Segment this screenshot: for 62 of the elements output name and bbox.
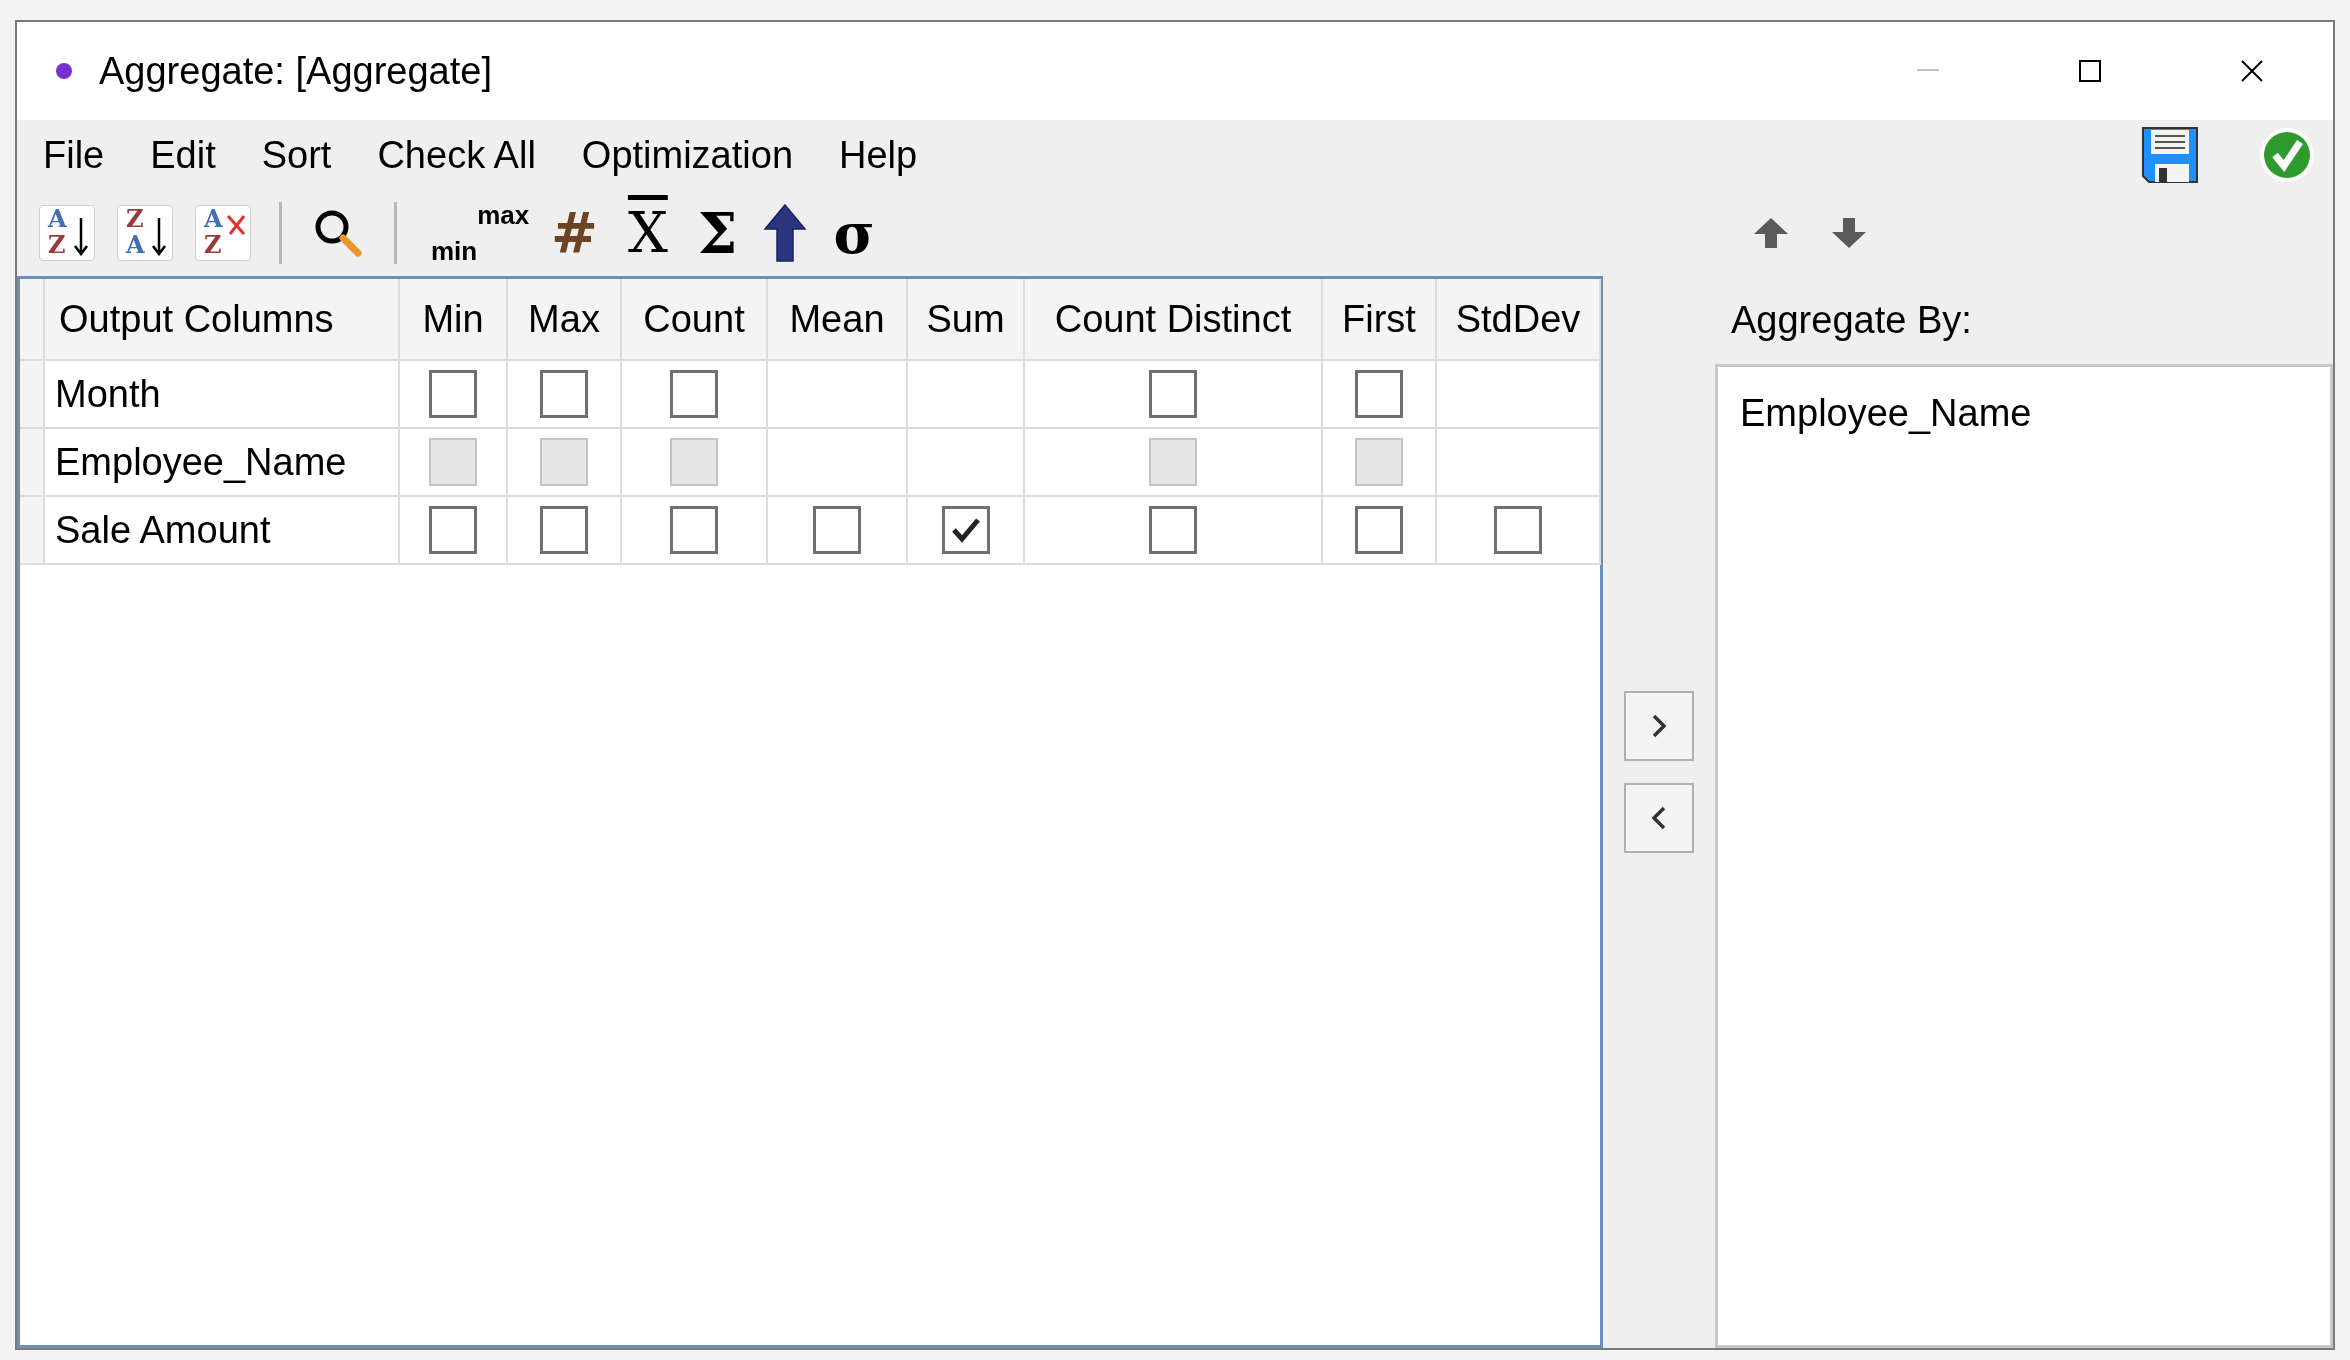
menu-item[interactable]: File xyxy=(29,126,119,184)
column-header[interactable]: Max xyxy=(508,279,622,361)
symbol-button[interactable]: Σ xyxy=(693,205,742,261)
close-icon[interactable] xyxy=(2241,60,2263,82)
app-icon xyxy=(55,62,73,80)
column-header[interactable]: StdDev xyxy=(1437,279,1601,361)
list-item[interactable]: Employee_Name xyxy=(1740,385,2330,442)
check-icon xyxy=(950,517,981,543)
window-title: Aggregate: [Aggregate] xyxy=(99,48,492,94)
add-button[interactable] xyxy=(1624,691,1694,761)
checkbox[interactable] xyxy=(429,506,477,554)
column-header[interactable]: Min xyxy=(400,279,508,361)
chevron-left-icon xyxy=(1652,806,1666,830)
checkbox[interactable] xyxy=(1355,506,1403,554)
down-arrow-icon xyxy=(74,218,88,256)
checkbox[interactable] xyxy=(670,370,718,418)
sort-button[interactable]: A Z xyxy=(39,205,95,261)
column-header[interactable]: First xyxy=(1323,279,1437,361)
menu-item[interactable]: Sort xyxy=(247,126,346,184)
aggregate-by-label: Aggregate By: xyxy=(1731,297,1972,343)
sort-letter: Z xyxy=(126,206,144,232)
up-arrow-icon[interactable] xyxy=(1753,217,1789,249)
checkbox[interactable] xyxy=(813,506,861,554)
symbol-button[interactable]: σ xyxy=(829,205,879,261)
column-header[interactable]: Output Columns xyxy=(45,279,400,361)
maximize-icon[interactable] xyxy=(2079,60,2101,82)
checkbox[interactable] xyxy=(1149,370,1197,418)
sort-letter: A xyxy=(48,206,67,232)
sort-letter: A xyxy=(126,232,145,258)
sort-button[interactable]: Z A xyxy=(117,205,173,261)
save-icon[interactable] xyxy=(2141,126,2199,184)
checkbox[interactable] xyxy=(540,506,588,554)
min-button[interactable]: min xyxy=(425,238,478,264)
mean-button[interactable]: X xyxy=(623,205,672,261)
checkbox[interactable] xyxy=(429,370,477,418)
cross-icon xyxy=(226,214,246,236)
down-arrow-icon xyxy=(152,218,166,256)
sort-button[interactable]: A Z xyxy=(195,205,251,261)
column-header[interactable]: Sum xyxy=(908,279,1025,361)
menu-item[interactable]: Check All xyxy=(363,126,550,184)
check-circle-icon[interactable] xyxy=(2259,127,2315,183)
menu-item[interactable]: Help xyxy=(825,126,932,184)
column-header[interactable]: Count xyxy=(622,279,768,361)
down-arrow-icon[interactable] xyxy=(1831,217,1867,249)
checkbox[interactable] xyxy=(941,506,990,554)
sort-letter: Z xyxy=(204,232,222,258)
sort-letter: A xyxy=(204,206,223,232)
max-button[interactable]: max xyxy=(477,202,530,228)
menu-item[interactable]: Edit xyxy=(136,126,230,184)
sort-letter: Z xyxy=(48,232,66,258)
column-header[interactable]: Count Distinct xyxy=(1025,279,1323,361)
up-arrow-icon[interactable] xyxy=(763,203,808,263)
checkbox[interactable] xyxy=(670,506,718,554)
chevron-right-icon xyxy=(1652,714,1666,738)
checkbox[interactable] xyxy=(1149,506,1197,554)
checkbox[interactable] xyxy=(540,370,588,418)
checkbox[interactable] xyxy=(1494,506,1542,554)
remove-button[interactable] xyxy=(1624,783,1694,853)
symbol-button[interactable]: # xyxy=(547,205,602,261)
column-header[interactable]: Mean xyxy=(768,279,908,361)
menu-item[interactable]: Optimization xyxy=(567,126,808,184)
checkbox[interactable] xyxy=(1355,370,1403,418)
